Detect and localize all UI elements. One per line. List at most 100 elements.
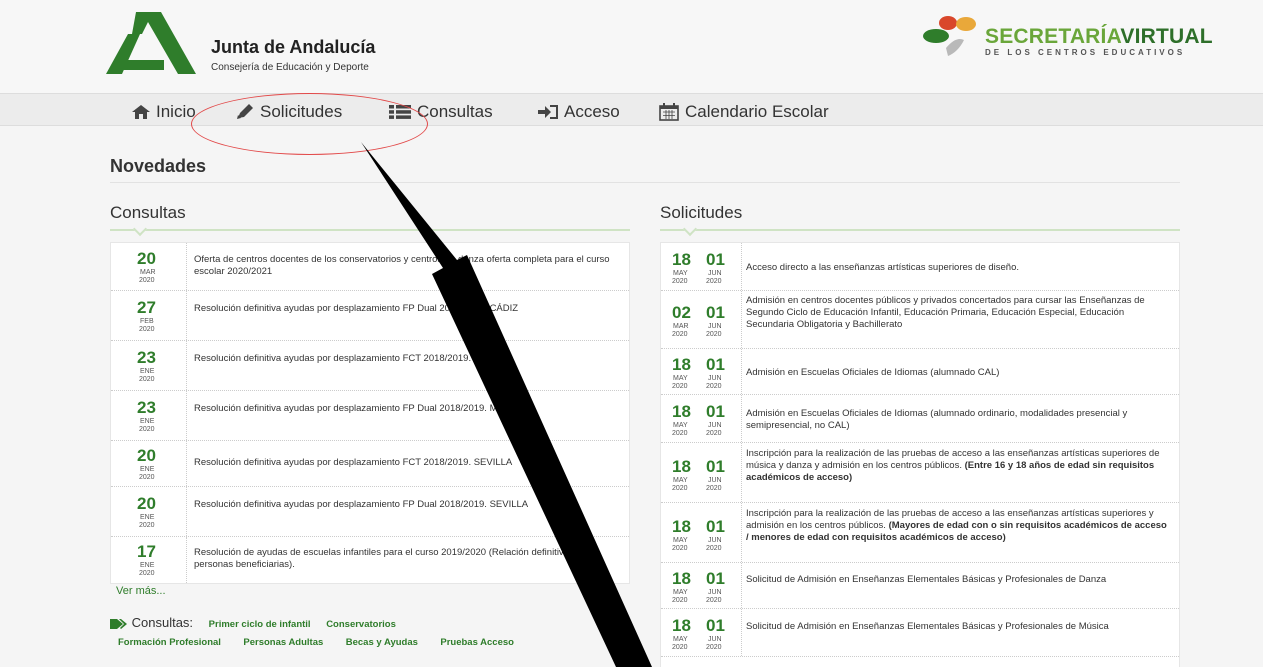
start-month: MAY: [673, 477, 688, 484]
start-day: 02: [672, 303, 691, 322]
list-item[interactable]: 18 MAY 2020 01 JUN 2020 Admisión en Escu…: [661, 395, 1179, 443]
consultas-heading-notch: [132, 221, 148, 237]
link-becas-ayudas[interactable]: Becas y Ayudas: [346, 637, 418, 648]
list-item[interactable]: 18 MAY 2020 01 JUN 2020 Inscripción para…: [661, 443, 1179, 503]
date-day: 27: [137, 298, 156, 317]
list-item[interactable]: 18 MAY 2020 01 JUN 2020 Inscripción para…: [661, 503, 1179, 563]
end-month: JUN: [708, 477, 722, 484]
start-month: MAY: [673, 589, 688, 596]
item-text[interactable]: Resolución de ayudas de escuelas infanti…: [194, 547, 614, 571]
secretaria-virtual-logo[interactable]: [920, 14, 984, 58]
item-date: 17 ENE 2020: [111, 537, 187, 583]
date-year: 2020: [139, 522, 155, 529]
item-text[interactable]: Resolución definitiva ayudas por desplaz…: [194, 403, 614, 415]
junta-andalucia-logo[interactable]: [106, 12, 196, 74]
end-day: 01: [706, 616, 725, 635]
nav-item-calendario[interactable]: Calendario Escolar: [659, 102, 829, 122]
consultas-quicklinks: Consultas: Primer ciclo de infantil Cons…: [110, 615, 396, 630]
highlight-ellipse: [191, 93, 428, 155]
start-year: 2020: [672, 331, 688, 338]
main-navbar: Inicio Solicitudes Consultas Acceso Cale…: [0, 93, 1263, 126]
link-primer-ciclo[interactable]: Primer ciclo de infantil: [209, 619, 311, 630]
nav-label-consultas: Consultas: [417, 102, 493, 121]
link-pruebas-acceso[interactable]: Pruebas Acceso: [440, 637, 514, 648]
item-text[interactable]: Acceso directo a las enseñanzas artístic…: [746, 262, 1171, 274]
nav-item-inicio[interactable]: Inicio: [132, 102, 196, 122]
item-date: 23 ENE 2020: [111, 341, 187, 390]
secretaria-virtual-title: SECRETARÍAVIRTUAL: [985, 25, 1213, 49]
list-item[interactable]: 20 ENE 2020 Resolución definitiva ayudas…: [111, 487, 629, 537]
secretaria-virtual-subtitle: DE LOS CENTROS EDUCATIVOS: [985, 48, 1186, 57]
ver-mas-link[interactable]: Ver más...: [116, 585, 166, 597]
item-date: 20 ENE 2020: [111, 441, 187, 486]
item-text[interactable]: Resolución definitiva ayudas por desplaz…: [194, 499, 614, 511]
item-date-range: 18 MAY 2020 01 JUN 2020: [661, 349, 742, 394]
item-text[interactable]: Oferta de centros docentes de los conser…: [194, 254, 614, 278]
end-day: 01: [706, 355, 725, 374]
item-text[interactable]: Inscripción para la realización de las p…: [746, 448, 1171, 484]
end-year: 2020: [706, 644, 722, 651]
item-text-main: Admisión en Escuelas Oficiales de Idioma…: [746, 367, 1000, 378]
consultas-heading-rule: [110, 229, 630, 231]
end-year: 2020: [706, 278, 722, 285]
item-date-range: 18 MAY 2020 01 JUN 2020: [661, 609, 742, 656]
tags-icon: [110, 619, 127, 630]
item-text[interactable]: Admisión en centros docentes públicos y …: [746, 295, 1174, 331]
item-text[interactable]: Resolución definitiva ayudas por desplaz…: [194, 303, 614, 315]
list-item[interactable]: 23 ENE 2020 Resolución definitiva ayudas…: [111, 341, 629, 391]
date-month: ENE: [140, 562, 155, 569]
item-text[interactable]: Inscripción para la realización de las p…: [746, 508, 1171, 544]
start-day: 18: [672, 355, 691, 374]
list-item[interactable]: 18 MAY 2020 01 JUN 2020 Acceso directo a…: [661, 243, 1179, 291]
calendar-icon: [659, 103, 679, 121]
list-item[interactable]: 18 MAY 2020 01 JUN 2020 Solicitud de Adm…: [661, 563, 1179, 609]
list-item[interactable]: 20 MAR 2020 Oferta de centros docentes d…: [111, 243, 629, 291]
date-month: ENE: [140, 466, 155, 473]
end-month: JUN: [708, 636, 722, 643]
start-month: MAY: [673, 422, 688, 429]
list-item[interactable]: 17 ENE 2020 Resolución de ayudas de escu…: [111, 537, 629, 583]
start-month: MAY: [673, 537, 688, 544]
item-text-main: Solicitud de Admisión en Enseñanzas Elem…: [746, 574, 1107, 585]
item-text[interactable]: Resolución definitiva ayudas por desplaz…: [194, 353, 614, 365]
date-month: ENE: [140, 514, 155, 521]
list-item[interactable]: 18 MAY 2020 01 JUN 2020 Solicitud de Adm…: [661, 609, 1179, 657]
list-item[interactable]: 23 ENE 2020 Resolución definitiva ayudas…: [111, 391, 629, 441]
date-day: 20: [137, 494, 156, 513]
link-conservatorios[interactable]: Conservatorios: [326, 619, 396, 630]
link-personas-adultas[interactable]: Personas Adultas: [243, 637, 323, 648]
item-text[interactable]: Resolución definitiva ayudas por desplaz…: [194, 457, 626, 469]
end-year: 2020: [706, 430, 722, 437]
solicitudes-heading-notch: [682, 221, 698, 237]
org-subtitle: Consejería de Educación y Deporte: [211, 62, 369, 73]
item-text[interactable]: Admisión en Escuelas Oficiales de Idioma…: [746, 367, 1171, 379]
solicitudes-list: 18 MAY 2020 01 JUN 2020 Acceso directo a…: [660, 242, 1180, 667]
list-item[interactable]: 20 ENE 2020 Resolución definitiva ayudas…: [111, 441, 629, 487]
list-item[interactable]: 18 MAY 2020 01 JUN 2020 Admisión en Escu…: [661, 349, 1179, 395]
item-date: 20 MAR 2020: [111, 243, 187, 290]
date-day: 20: [137, 446, 156, 465]
nav-item-acceso[interactable]: Acceso: [538, 102, 620, 122]
start-day: 18: [672, 250, 691, 269]
date-day: 17: [137, 542, 156, 561]
item-date-range: 02 MAR 2020 01 JUN 2020: [661, 291, 742, 348]
item-text[interactable]: Solicitud de Admisión en Enseñanzas Elem…: [746, 574, 1174, 586]
date-year: 2020: [139, 376, 155, 383]
start-year: 2020: [672, 485, 688, 492]
start-month: MAY: [673, 636, 688, 643]
end-year: 2020: [706, 545, 722, 552]
item-text[interactable]: Solicitud de Admisión en Enseñanzas Elem…: [746, 621, 1174, 633]
list-item[interactable]: 02 MAR 2020 01 JUN 2020 Admisión en cent…: [661, 291, 1179, 349]
list-item[interactable]: 27 FEB 2020 Resolución definitiva ayudas…: [111, 291, 629, 341]
org-name: Junta de Andalucía: [211, 37, 376, 57]
start-day: 18: [672, 616, 691, 635]
date-month: FEB: [140, 318, 154, 325]
item-text[interactable]: Admisión en Escuelas Oficiales de Idioma…: [746, 408, 1171, 432]
date-year: 2020: [139, 570, 155, 577]
start-day: 18: [672, 402, 691, 421]
link-formacion-profesional[interactable]: Formación Profesional: [118, 637, 221, 648]
end-month: JUN: [708, 375, 722, 382]
nav-label-inicio: Inicio: [156, 102, 196, 121]
start-year: 2020: [672, 545, 688, 552]
start-month: MAY: [673, 375, 688, 382]
